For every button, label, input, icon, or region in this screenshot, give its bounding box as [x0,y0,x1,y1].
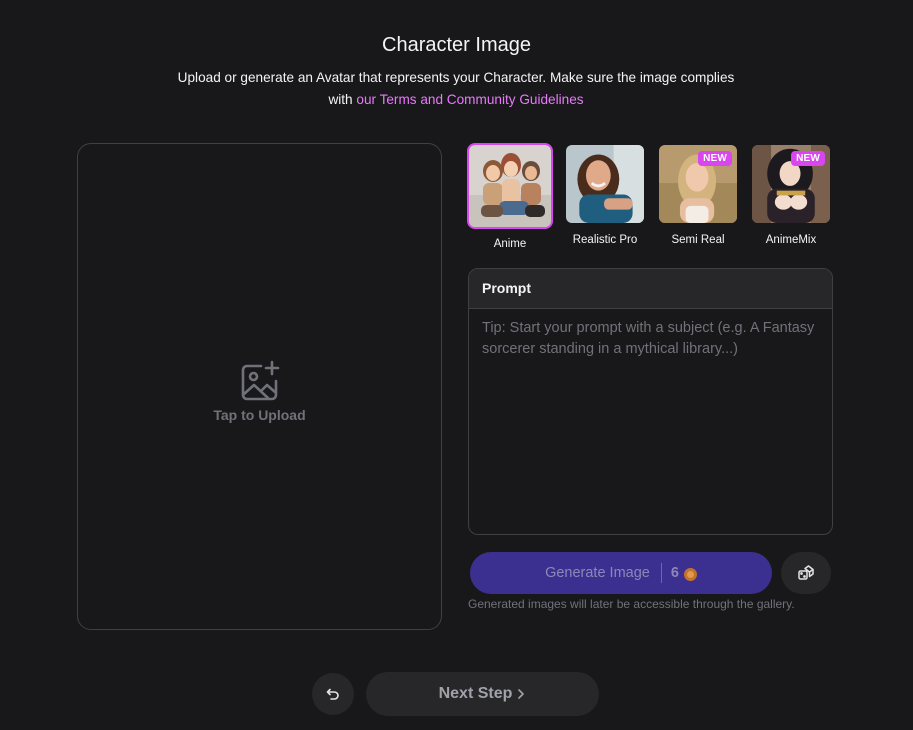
style-label-realistic-pro: Realistic Pro [572,234,638,246]
image-plus-icon [241,360,279,400]
generate-divider [660,563,662,583]
upload-label: Tap to Upload [213,406,306,423]
style-label-anime: Anime [493,238,527,250]
anime-style-image [469,145,551,227]
style-option-animemix[interactable]: NEW AnimeMix [748,143,834,246]
terms-link[interactable]: our Terms and Community Guidelines [356,92,583,107]
style-thumb-animemix: NEW [750,143,832,225]
chevron-right-icon [518,689,525,699]
style-selector: Anime Realistic Pro NEW Semi Real NEW An… [467,143,833,253]
prompt-input[interactable] [469,309,832,534]
new-badge: NEW [698,151,732,166]
prompt-panel: Prompt [468,268,833,535]
generate-image-button[interactable]: Generate Image 6 [470,552,772,594]
style-option-anime[interactable]: Anime [467,143,553,250]
style-label-semi-real: Semi Real [671,234,725,246]
style-label-animemix: AnimeMix [765,234,817,246]
new-badge: NEW [791,151,825,166]
page-title: Character Image [382,34,531,56]
next-step-label: Next Step [438,685,513,702]
coin-icon [683,567,697,581]
dice-icon [798,565,814,580]
next-step-button[interactable]: Next Step [366,672,599,716]
random-prompt-button[interactable] [781,552,831,594]
style-option-realistic-pro[interactable]: Realistic Pro [562,143,648,246]
prompt-title: Prompt [469,269,832,309]
upload-area[interactable]: Tap to Upload [77,143,442,630]
generate-note: Generated images will later be accessibl… [468,597,795,611]
generate-label: Generate Image [545,565,650,581]
style-thumb-semi-real: NEW [657,143,739,225]
generate-cost: 6 [670,565,679,581]
back-button[interactable] [312,673,354,715]
realistic-pro-style-image [566,145,644,223]
page-subtitle: Upload or generate an Avatar that repres… [176,67,736,111]
style-option-semi-real[interactable]: NEW Semi Real [655,143,741,246]
style-thumb-realistic-pro [564,143,646,225]
style-thumb-anime [467,143,553,229]
undo-arrow-icon [326,688,339,700]
